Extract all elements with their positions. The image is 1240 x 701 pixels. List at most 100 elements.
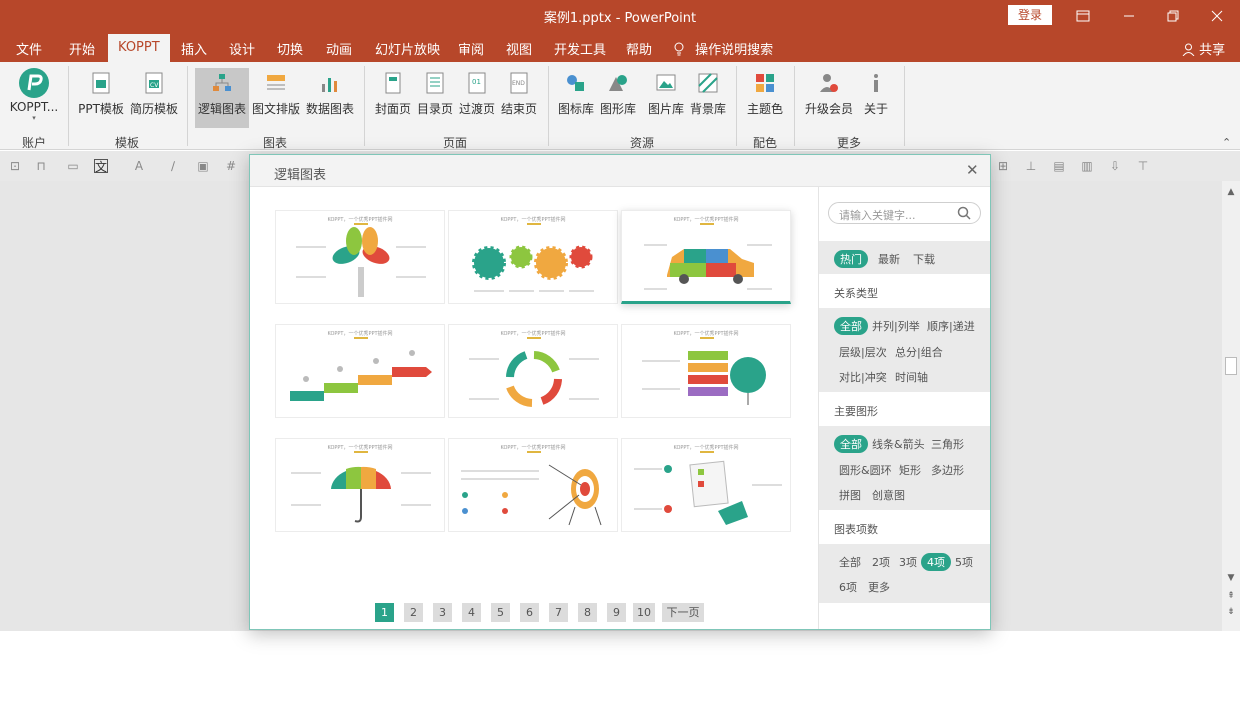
- previous-slide-icon[interactable]: ⇞: [1225, 591, 1237, 601]
- shape-triangle[interactable]: 三角形: [931, 436, 964, 452]
- tab-file[interactable]: 文件: [16, 39, 42, 58]
- relation-all[interactable]: 全部: [834, 317, 868, 335]
- data-chart-button[interactable]: 数据图表: [304, 68, 356, 128]
- download-icon[interactable]: ⇩: [1108, 159, 1122, 173]
- ribbon-display-options-icon[interactable]: [1060, 0, 1106, 32]
- koppt-account-button[interactable]: KOPPT... ▾: [8, 68, 60, 128]
- template-card-car-puzzle[interactable]: KOPPT，一个优秀PPT插件网: [621, 210, 791, 304]
- minimize-icon[interactable]: [1106, 0, 1152, 32]
- count-all[interactable]: 全部: [839, 554, 861, 570]
- page-button-6[interactable]: 6: [520, 603, 539, 622]
- relation-parallel[interactable]: 并列|列举: [872, 318, 920, 334]
- resume-template-button[interactable]: CV 简历模板: [128, 68, 180, 128]
- page-button-3[interactable]: 3: [433, 603, 452, 622]
- page-button-8[interactable]: 8: [578, 603, 597, 622]
- vertical-scrollbar[interactable]: ▲ ▼ ⇞ ⇟: [1222, 181, 1240, 631]
- tab-review[interactable]: 审阅: [458, 39, 484, 58]
- page-button-9[interactable]: 9: [607, 603, 626, 622]
- image-edit-icon[interactable]: ▤: [1052, 159, 1066, 173]
- relation-timeline[interactable]: 时间轴: [895, 369, 928, 385]
- text-style-icon[interactable]: 文: [94, 159, 108, 174]
- picture-icon[interactable]: ▣: [196, 159, 210, 173]
- tab-design[interactable]: 设计: [229, 39, 255, 58]
- template-card-checklist[interactable]: KOPPT，一个优秀PPT插件网: [621, 438, 791, 532]
- stamp-icon[interactable]: ⊥: [1024, 159, 1038, 173]
- theme-color-button[interactable]: 主题色: [744, 68, 786, 128]
- next-slide-icon[interactable]: ⇟: [1225, 607, 1237, 617]
- tab-transitions[interactable]: 切换: [277, 39, 303, 58]
- collapse-ribbon-icon[interactable]: ⌃: [1222, 136, 1231, 149]
- sort-newest[interactable]: 最新: [878, 251, 900, 267]
- template-card-umbrella[interactable]: KOPPT，一个优秀PPT插件网: [275, 438, 445, 532]
- count-2[interactable]: 2项: [872, 554, 890, 570]
- shape-rectangle[interactable]: 矩形: [899, 462, 921, 478]
- image-text-layout-button[interactable]: 图文排版: [251, 68, 301, 128]
- count-3[interactable]: 3项: [899, 554, 917, 570]
- tab-developer[interactable]: 开发工具: [554, 39, 606, 58]
- close-icon[interactable]: [1194, 0, 1240, 32]
- relation-sequence[interactable]: 顺序|递进: [927, 318, 975, 334]
- eyedropper-icon[interactable]: ∕: [166, 159, 180, 173]
- sort-downloads[interactable]: 下载: [913, 251, 935, 267]
- tab-view[interactable]: 视图: [506, 39, 532, 58]
- shape-polygon[interactable]: 多边形: [931, 462, 964, 478]
- template-card-cycle[interactable]: KOPPT，一个优秀PPT插件网: [448, 324, 618, 418]
- tab-koppt[interactable]: KOPPT: [108, 34, 170, 62]
- dialog-close-icon[interactable]: ✕: [966, 161, 979, 179]
- font-icon[interactable]: A: [132, 159, 146, 173]
- cover-page-button[interactable]: 封面页: [372, 68, 414, 128]
- page-button-7[interactable]: 7: [549, 603, 568, 622]
- shape-circle-ring[interactable]: 圆形&圆环: [839, 462, 892, 478]
- toc-page-button[interactable]: 目录页: [414, 68, 456, 128]
- background-library-button[interactable]: 背景库: [688, 68, 728, 128]
- count-more[interactable]: 更多: [868, 579, 890, 595]
- about-button[interactable]: 关于: [858, 68, 894, 128]
- tab-insert[interactable]: 插入: [181, 39, 207, 58]
- shape-puzzle[interactable]: 拼图: [839, 487, 861, 503]
- tab-help[interactable]: 帮助: [626, 39, 652, 58]
- template-card-gears[interactable]: KOPPT，一个优秀PPT插件网: [448, 210, 618, 304]
- hash-icon[interactable]: #: [224, 159, 238, 173]
- page-button-4[interactable]: 4: [462, 603, 481, 622]
- scroll-down-icon[interactable]: ▼: [1225, 573, 1237, 583]
- ppt-template-button[interactable]: PPT模板: [76, 68, 126, 128]
- count-6[interactable]: 6项: [839, 579, 857, 595]
- align-icon[interactable]: ⊓: [34, 159, 48, 173]
- relation-hierarchy[interactable]: 层级|层次: [839, 344, 887, 360]
- tab-animations[interactable]: 动画: [326, 39, 352, 58]
- template-card-stairs[interactable]: KOPPT，一个优秀PPT插件网: [275, 324, 445, 418]
- icon-library-button[interactable]: 图标库: [556, 68, 596, 128]
- relation-composition[interactable]: 总分|组合: [895, 344, 943, 360]
- scroll-up-icon[interactable]: ▲: [1225, 187, 1237, 197]
- shape-library-button[interactable]: 图形库: [598, 68, 638, 128]
- image-library-button[interactable]: 图片库: [646, 68, 686, 128]
- transition-page-button[interactable]: 01 过渡页: [456, 68, 498, 128]
- template-card-target[interactable]: KOPPT，一个优秀PPT插件网: [448, 438, 618, 532]
- end-page-button[interactable]: END 结束页: [498, 68, 540, 128]
- next-page-button[interactable]: 下一页: [662, 603, 704, 622]
- logic-chart-button[interactable]: 逻辑图表: [195, 68, 249, 128]
- keyword-search-input[interactable]: 请输入关键字...: [828, 202, 981, 224]
- page-button-2[interactable]: 2: [404, 603, 423, 622]
- page-button-1[interactable]: 1: [375, 603, 394, 622]
- template-card-tree[interactable]: KOPPT，一个优秀PPT插件网: [275, 210, 445, 304]
- distribute-icon[interactable]: ⊞: [996, 159, 1010, 173]
- image-export-icon[interactable]: ▥: [1080, 159, 1094, 173]
- textbox-icon[interactable]: ▭: [62, 159, 84, 173]
- relation-contrast[interactable]: 对比|冲突: [839, 369, 887, 385]
- count-4[interactable]: 4项: [921, 553, 951, 571]
- template-card-globe-list[interactable]: KOPPT，一个优秀PPT插件网: [621, 324, 791, 418]
- page-button-5[interactable]: 5: [491, 603, 510, 622]
- page-button-10[interactable]: 10: [633, 603, 655, 622]
- shape-all[interactable]: 全部: [834, 435, 868, 453]
- shape-lines-arrows[interactable]: 线条&箭头: [872, 436, 925, 452]
- tab-home[interactable]: 开始: [69, 39, 95, 58]
- tell-me-search[interactable]: 操作说明搜索: [673, 39, 773, 58]
- login-button[interactable]: 登录: [1008, 5, 1052, 25]
- search-icon[interactable]: [957, 206, 971, 220]
- scroll-thumb[interactable]: [1225, 357, 1237, 375]
- count-5[interactable]: 5项: [955, 554, 973, 570]
- lock-icon[interactable]: ⊡: [8, 159, 22, 173]
- shape-creative[interactable]: 创意图: [872, 487, 905, 503]
- share-button[interactable]: 共享: [1182, 39, 1225, 58]
